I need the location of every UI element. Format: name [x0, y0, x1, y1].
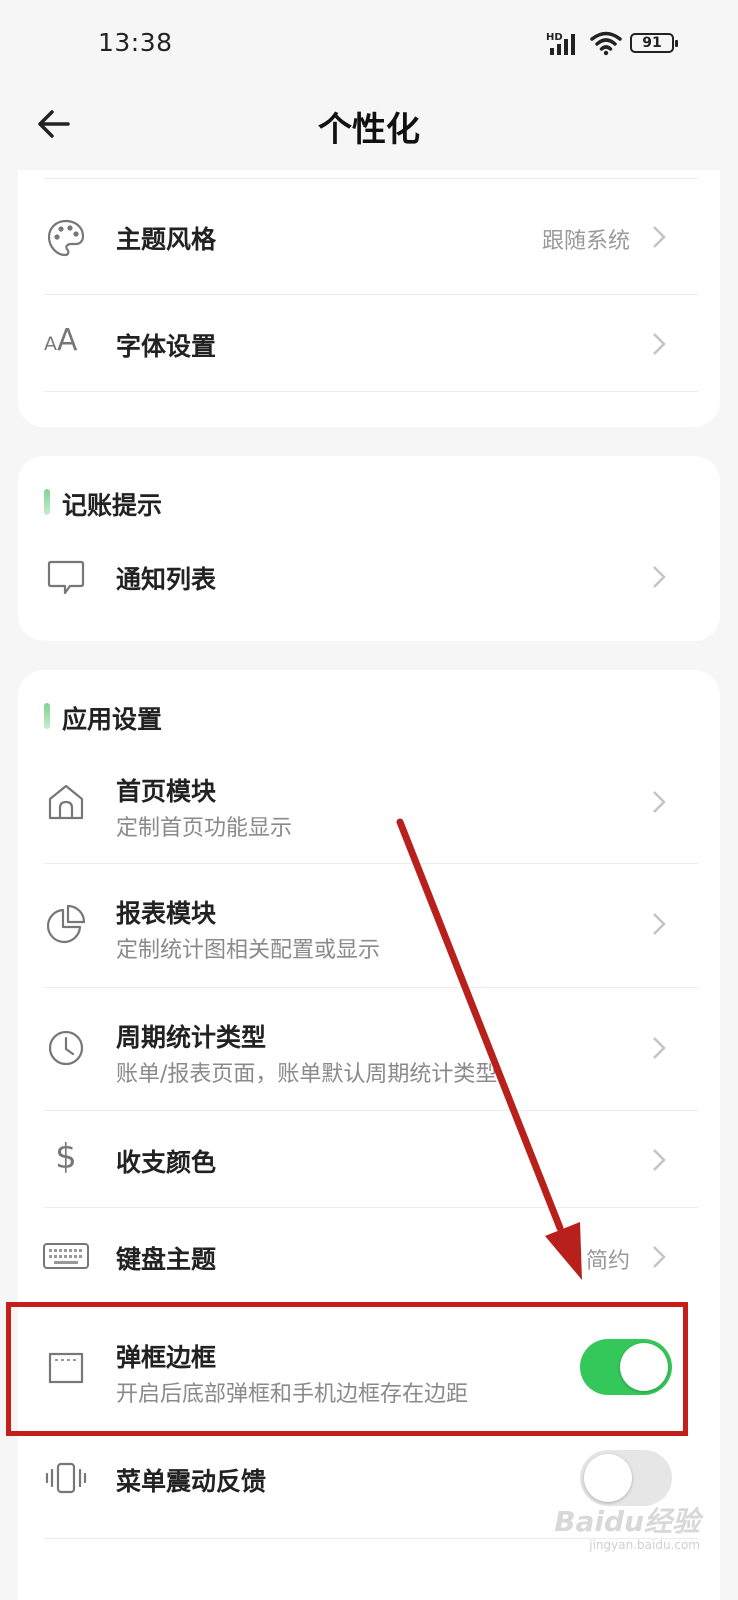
baidu-watermark: Baidu经验 — [554, 1505, 700, 1538]
baidu-watermark-url: jingyan.baidu.com — [589, 1538, 700, 1552]
annotation-arrow — [396, 818, 582, 1280]
